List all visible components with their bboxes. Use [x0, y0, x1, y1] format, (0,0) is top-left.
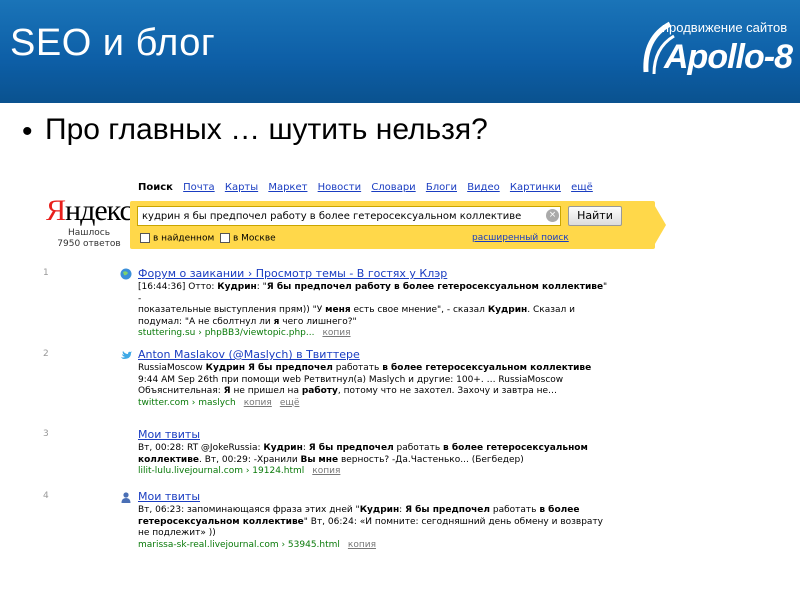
- result-number: 2: [43, 349, 49, 359]
- cached-copy-link[interactable]: копия: [348, 540, 376, 550]
- result-title-link[interactable]: Мои твиты: [138, 428, 200, 441]
- slide-header: SEO и блог продвижение сайтов Apollo-8: [0, 0, 800, 103]
- result-number: 4: [43, 491, 49, 501]
- option-in-found[interactable]: в найденном: [140, 233, 214, 244]
- serp-nav: Поиск Почта Карты Маркет Новости Словари…: [138, 182, 600, 193]
- result-url[interactable]: marissa-sk-real.livejournal.com › 53945.…: [138, 540, 340, 550]
- result-url[interactable]: stuttering.su › phpBB3/viewtopic.php...: [138, 328, 314, 338]
- yandex-logo[interactable]: Яндекс: [46, 194, 133, 228]
- cached-copy-link[interactable]: копия: [322, 328, 350, 338]
- result-title-link[interactable]: Мои твиты: [138, 490, 200, 503]
- result-snippet: Вт, 00:28: RT @JokeRussia: Кудрин: Я бы …: [138, 443, 588, 476]
- search-bar-arrow: [652, 201, 666, 249]
- yandex-logo-rest: ндекс: [65, 194, 133, 227]
- checkbox-in-moscow[interactable]: [220, 233, 230, 243]
- result-url[interactable]: lilit-lulu.livejournal.com › 19124.html: [138, 466, 304, 476]
- checkbox-in-found[interactable]: [140, 233, 150, 243]
- option-in-moscow-label: в Москве: [233, 233, 276, 244]
- result-number: 1: [43, 268, 49, 278]
- result-snippet: RussiaMoscow Кудрин Я бы предпочел работ…: [138, 363, 592, 408]
- result-number: 3: [43, 429, 49, 439]
- result-url[interactable]: twitter.com › maslych: [138, 398, 236, 408]
- find-button[interactable]: Найти: [568, 206, 622, 226]
- globe-icon: [120, 268, 132, 280]
- option-in-found-label: в найденном: [153, 233, 215, 244]
- nav-item-dictionaries[interactable]: Словари: [371, 182, 415, 193]
- cached-copy-link[interactable]: копия: [244, 398, 272, 408]
- user-icon: [121, 492, 131, 503]
- slide-subtitle: Про главных … шутить нельзя?: [45, 113, 488, 146]
- more-link[interactable]: ещё: [280, 398, 300, 408]
- advanced-search-link[interactable]: расширенный поиск: [472, 233, 569, 243]
- nav-item-blogs[interactable]: Блоги: [426, 182, 457, 193]
- nav-item-images[interactable]: Картинки: [510, 182, 561, 193]
- results-count: Нашлось 7950 ответов: [54, 228, 124, 250]
- search-input[interactable]: кудрин я бы предпочел работу в более гет…: [137, 206, 561, 226]
- twitter-bird-icon: [121, 351, 132, 359]
- result-title-link[interactable]: Anton Maslakov (@Maslych) в Твиттере: [138, 348, 360, 361]
- clear-icon[interactable]: ×: [546, 209, 559, 222]
- results-count-label: Нашлось: [67, 228, 111, 238]
- nav-item-mail[interactable]: Почта: [183, 182, 215, 193]
- slide-title: SEO и блог: [10, 22, 216, 64]
- nav-item-news[interactable]: Новости: [318, 182, 361, 193]
- result-snippet: Вт, 06:23: запоминающаяся фраза этих дне…: [138, 505, 604, 550]
- logo-tagline: продвижение сайтов: [662, 20, 788, 35]
- cached-copy-link[interactable]: копия: [312, 466, 340, 476]
- nav-item-more[interactable]: ещё: [571, 182, 593, 193]
- nav-item-market[interactable]: Маркет: [268, 182, 307, 193]
- results-count-value: 7950 ответов: [57, 239, 121, 249]
- nav-item-maps[interactable]: Карты: [225, 182, 258, 193]
- nav-item-video[interactable]: Видео: [467, 182, 500, 193]
- logo-name: Apollo-8: [664, 38, 793, 76]
- yandex-serp-screenshot: Поиск Почта Карты Маркет Новости Словари…: [40, 176, 666, 566]
- option-in-moscow[interactable]: в Москве: [220, 233, 276, 244]
- result-title-link[interactable]: Форум о заикании › Просмотр темы - В гос…: [138, 267, 447, 280]
- apollo-logo: продвижение сайтов Apollo-8: [640, 18, 793, 78]
- bullet-marker: •: [22, 115, 33, 148]
- result-snippet: [16:44:36] Отто: Кудрин: "Я бы предпочел…: [138, 282, 608, 338]
- nav-item-search: Поиск: [138, 182, 173, 193]
- yandex-logo-first-letter: Я: [46, 194, 66, 227]
